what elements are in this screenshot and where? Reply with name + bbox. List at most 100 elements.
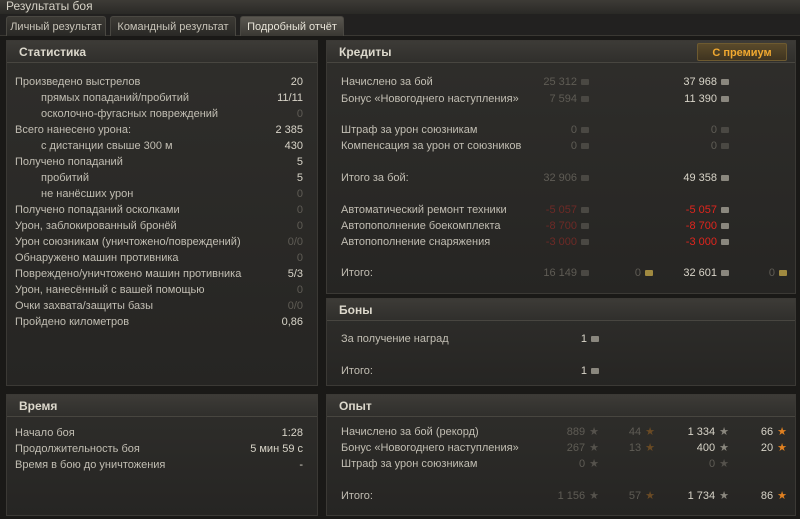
xp-label: Бонус «Новогоднего наступления» [341,442,519,454]
stat-label: Очки захвата/защиты базы [15,300,153,312]
xp-star-icon: ★ [719,426,729,438]
time-title: Время [19,399,58,413]
credits-base-value: 0 [571,123,589,137]
premium-badge: С премиум [697,43,787,61]
credit-icon [721,143,729,150]
credit-icon [581,79,589,86]
free-xp-star-icon: ★ [645,442,655,454]
stat-value: 11/11 [277,92,303,104]
stat-value: 0/0 [287,300,303,312]
credits-label: Компенсация за урон от союзников [341,140,522,152]
stat-value: 0 [296,108,303,120]
gold-premium-total: 0 [769,266,787,280]
credit-icon [721,175,729,182]
window-title: Результаты боя [0,0,800,14]
xp-star-icon: ★ [719,490,729,502]
free-xp-star-icon: ★ [645,490,655,502]
stat-label: прямых попаданий/пробитий [41,92,190,104]
credit-icon [581,143,589,150]
time-header: Время [7,395,317,417]
xp-star-icon: ★ [719,458,729,470]
credit-icon [581,96,589,103]
free-xp-base-total: 57 ★ [628,490,655,502]
bonds-value: 1 [581,332,599,346]
time-label: Начало боя [15,427,75,439]
time-panel: Время Начало боя 1:28 Продолжительность … [6,394,318,516]
time-label: Время в бою до уничтожения [15,459,166,471]
stat-label: Произведено выстрелов [15,76,141,88]
stat-label: не нанёсших урон [41,188,134,200]
stat-value: 5/3 [287,268,303,280]
credits-premium-value: 37 968 [683,75,729,89]
statistics-header: Статистика [7,41,317,63]
xp-premium-value: 1 334 ★ [687,426,729,438]
xp-premium-value: 0 ★ [709,458,729,470]
stat-label: Получено попаданий осколками [15,204,180,216]
credits-base-value: -8 700 [546,219,589,233]
stat-value: 20 [290,76,303,88]
credit-icon [581,175,589,182]
stat-value: 430 [284,140,303,152]
xp-total-label: Итого: [341,490,373,502]
stat-label: Урон, нанесённый с вашей помощью [15,284,205,296]
stat-value: 5 [296,172,303,184]
gold-icon [645,270,653,277]
bond-icon [591,336,599,343]
credit-icon [721,239,729,246]
experience-panel: Опыт Начислено за бой (рекорд) 889 ★ 44 ★ … [326,394,796,516]
free-xp-base-value: 13 ★ [628,442,655,454]
statistics-panel: Статистика Произведено выстрелов 20 прям… [6,40,318,386]
credit-icon [721,270,729,277]
free-xp-premium-value: 66 ★ [760,426,787,438]
tab-bar: Личный результат Командный результат Под… [0,14,800,36]
xp-base-value: 0 ★ [579,458,599,470]
credit-icon [581,239,589,246]
credit-icon [581,127,589,134]
credits-total-label: Итого: [341,267,373,279]
credits-header: Кредиты С премиум [327,41,795,63]
credits-base-value: 0 [571,139,589,153]
credits-label: Бонус «Новогоднего наступления» [341,93,519,105]
credit-icon [721,207,729,214]
free-xp-star-icon: ★ [645,426,655,438]
credits-base-value: 32 906 [543,171,589,185]
stat-value: 0 [296,220,303,232]
stat-label: Обнаружено машин противника [15,252,179,264]
stat-label: с дистанции свыше 300 м [41,140,173,152]
credit-icon [721,127,729,134]
xp-label: Начислено за бой (рекорд) [341,426,479,438]
credits-premium-value: 0 [711,139,729,153]
bonds-total-value: 1 [581,364,599,378]
free-xp-base-value: 44 ★ [628,426,655,438]
tab-personal-result[interactable]: Личный результат [6,16,106,36]
stat-value: 0/0 [287,236,303,248]
xp-premium-total: 1 734 ★ [687,490,729,502]
stat-label: осколочно-фугасных повреждений [41,108,219,120]
stat-value: 5 [296,156,303,168]
stat-value: 2 385 [275,124,303,136]
credits-premium-total: 32 601 [683,266,729,280]
stat-value: 0 [296,204,303,216]
credit-icon [581,223,589,230]
xp-star-icon: ★ [589,426,599,438]
experience-title: Опыт [339,399,372,413]
stat-label: Пройдено километров [15,316,130,328]
stat-label: Урон, заблокированный бронёй [15,220,177,232]
xp-base-total: 1 156 ★ [557,490,599,502]
statistics-title: Статистика [19,45,87,59]
credit-icon [581,270,589,277]
stat-value: 0 [296,188,303,200]
time-label: Продолжительность боя [15,443,140,455]
bonds-total-label: Итого: [341,365,373,377]
gold-base-total: 0 [635,266,653,280]
credits-title: Кредиты [339,45,392,59]
tab-team-result[interactable]: Командный результат [110,16,236,36]
credits-label: Штраф за урон союзникам [341,124,478,136]
tab-detailed-report[interactable]: Подробный отчёт [240,16,344,36]
bonds-label: За получение наград [341,333,449,345]
bonds-panel: Боны За получение наград 1 Итого: 1 [326,298,796,386]
stat-label: Урон союзникам (уничтожено/повреждений) [15,236,241,248]
stat-value: 0 [296,284,303,296]
time-value: - [299,459,303,471]
xp-star-icon: ★ [589,442,599,454]
